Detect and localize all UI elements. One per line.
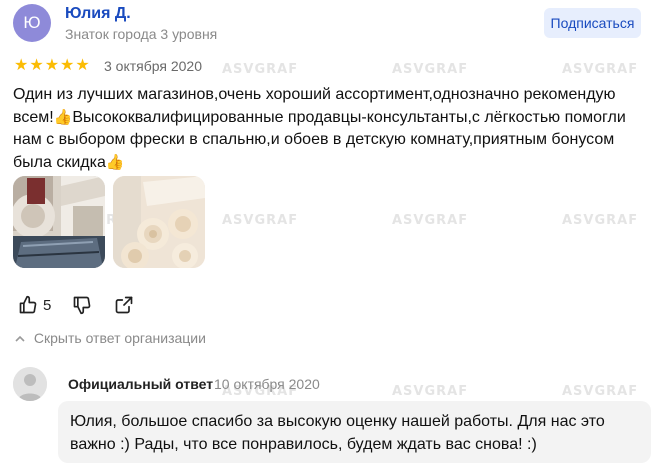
share-icon[interactable] — [113, 294, 135, 316]
official-reply-date: 10 октября 2020 — [214, 376, 320, 392]
review-photo-wallpaper[interactable] — [13, 176, 105, 268]
watermark: ASVGRAF — [562, 213, 639, 228]
author-name-link[interactable]: Юлия Д. — [65, 5, 131, 23]
official-reply-text: Юлия, большое спасибо за высокую оценку … — [58, 401, 651, 463]
review-actions: 5 — [17, 294, 135, 316]
official-reply-title: Официальный ответ — [68, 376, 214, 392]
watermark: ASVGRAF — [392, 62, 469, 77]
watermark: ASVGRAF — [562, 62, 639, 77]
like-count: 5 — [43, 296, 52, 314]
watermark: ASVGRAF — [562, 384, 639, 399]
thumbs-up-emoji: 👍 — [53, 108, 73, 126]
watermark: ASVGRAF — [222, 62, 299, 77]
author-level: Знаток города 3 уровня — [65, 26, 218, 42]
hide-reply-label: Скрыть ответ организации — [33, 330, 206, 346]
author-avatar[interactable]: Ю — [13, 4, 51, 42]
thumbs-down-icon[interactable] — [71, 294, 93, 316]
star-icon: ★ — [14, 57, 29, 74]
star-icon: ★ — [29, 57, 44, 74]
chevron-up-icon — [14, 330, 34, 346]
review-photo-roses[interactable] — [113, 176, 205, 268]
thumbs-up-icon[interactable] — [17, 294, 39, 316]
watermark: ASVGRAF — [222, 213, 299, 228]
hide-reply-toggle[interactable]: Скрыть ответ организации — [14, 330, 206, 346]
watermark: ASVGRAF — [392, 213, 469, 228]
subscribe-button[interactable]: Подписаться — [544, 8, 641, 38]
star-icon: ★ — [75, 57, 90, 74]
star-icon: ★ — [60, 57, 75, 74]
thumbs-up-emoji: 👍 — [105, 153, 125, 171]
organization-avatar — [13, 367, 47, 401]
review-date: 3 октября 2020 — [104, 58, 202, 74]
review-text: Один из лучших магазинов,очень хороший а… — [13, 84, 653, 174]
rating-stars: ★ ★ ★ ★ ★ — [14, 58, 90, 74]
star-icon: ★ — [44, 57, 60, 74]
watermark: ASVGRAF — [392, 384, 469, 399]
